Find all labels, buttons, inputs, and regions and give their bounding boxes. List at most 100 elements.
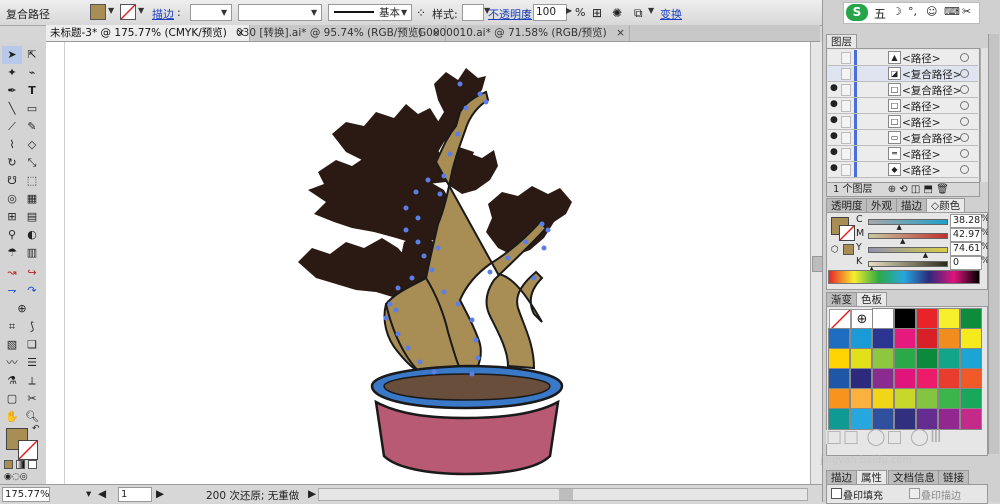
scale-tool-icon[interactable]: ⤡ (22, 154, 42, 172)
gear-icon[interactable]: ✺ (612, 6, 622, 20)
reshape-tool-icon[interactable]: ↪ (22, 264, 42, 282)
target-circle-icon[interactable] (960, 149, 969, 158)
gradient-mode-icon[interactable] (16, 460, 25, 469)
color-swatch[interactable] (938, 348, 960, 370)
stroke-label[interactable]: 描边 (152, 6, 174, 22)
color-swatch[interactable] (872, 348, 894, 370)
brush-dropdown-icon[interactable]: ▼ (401, 8, 407, 17)
color-swatch[interactable] (828, 348, 850, 370)
brush-definition-field[interactable]: 基本 ▼ (328, 4, 412, 21)
color-swatch[interactable] (916, 308, 938, 330)
profile-dropdown-icon[interactable]: ▼ (311, 8, 317, 17)
color-swatch[interactable] (872, 368, 894, 390)
color-swatch[interactable] (938, 308, 960, 330)
panel-collapse-strip[interactable] (988, 34, 999, 454)
color-swatch[interactable] (938, 328, 960, 350)
fill-color-swatch[interactable] (90, 4, 106, 20)
opacity-dropdown-icon[interactable]: ▶ (566, 6, 572, 15)
overprint-fill-checkbox[interactable] (831, 488, 842, 499)
tab-document-info[interactable]: 文档信息 (888, 470, 940, 485)
visibility-eye-icon[interactable]: ● (830, 83, 838, 93)
color-swatch[interactable] (916, 348, 938, 370)
variable-width-profile-field[interactable]: ▼ (238, 4, 322, 21)
prev-artboard-icon[interactable]: ◀ (98, 488, 106, 500)
symbol-sprayer-tool-icon[interactable]: ☂ (2, 244, 22, 262)
color-stroke-swatch[interactable] (839, 225, 855, 241)
color-swatch[interactable] (916, 388, 938, 410)
channel-value-field[interactable]: 38.28 (950, 214, 982, 228)
channel-slider[interactable]: ▲ (868, 247, 948, 259)
color-swatch[interactable] (960, 408, 982, 430)
tab-attributes[interactable]: 属性 (856, 470, 887, 485)
warp-tool-icon[interactable]: ☋ (2, 172, 22, 190)
stroke-weight-dropdown-icon[interactable]: ▼ (221, 8, 227, 17)
smiley-icon[interactable]: ☺ (926, 5, 937, 18)
shape-builder-tool-icon[interactable]: ◎ (2, 190, 22, 208)
target-circle-icon[interactable] (960, 53, 969, 62)
perspective-grid-tool-icon[interactable]: ▦ (22, 190, 42, 208)
color-swatch[interactable] (938, 368, 960, 390)
color-swatch[interactable] (872, 388, 894, 410)
zoom-field[interactable]: 175.77% (2, 487, 50, 502)
slider-thumb[interactable]: ▲ (897, 223, 902, 231)
color-swatch[interactable] (960, 348, 982, 370)
channel-slider[interactable]: ▲ (868, 261, 948, 273)
color-swatch[interactable] (938, 388, 960, 410)
ime-mode[interactable]: 五 (874, 5, 886, 22)
layer-row[interactable]: ● □ <路径> (828, 114, 978, 130)
color-swatch[interactable] (828, 328, 850, 350)
color-swatch[interactable] (916, 368, 938, 390)
magic-wand-tool-icon[interactable]: ✦ (2, 64, 22, 82)
moon-icon[interactable]: ☽ (892, 5, 902, 18)
canvas[interactable] (46, 42, 810, 484)
layer-row[interactable]: ● ▭ <复合路径> (828, 130, 978, 146)
lock-toggle[interactable] (841, 132, 851, 144)
lock-toggle[interactable] (841, 164, 851, 176)
color-swatch[interactable] (960, 308, 982, 330)
rectangle-tool-icon[interactable]: ▭ (22, 100, 42, 118)
eraser-tool-icon[interactable]: ◇ (22, 136, 42, 154)
opacity-field[interactable]: 100 (533, 4, 567, 21)
swap-fill-stroke-icon[interactable]: ↶ (32, 424, 40, 434)
visibility-eye-icon[interactable]: ● (830, 147, 838, 157)
slider-thumb[interactable]: ▲ (900, 237, 905, 245)
bonsai-artwork[interactable] (46, 42, 810, 484)
stroke-color-swatch[interactable] (120, 4, 136, 20)
color-swatch[interactable] (894, 348, 916, 370)
color-swatch[interactable] (872, 308, 894, 330)
tab-transparency[interactable]: 透明度 (826, 198, 868, 213)
blob-brush-tool-icon[interactable]: ⌇ (2, 136, 22, 154)
layers-footer-icons[interactable]: ⊕ ⟲ ◫ ⬒ 🗑︎ (888, 184, 949, 195)
lock-toggle[interactable] (841, 100, 851, 112)
lock-toggle[interactable] (841, 116, 851, 128)
closest-color-swatch[interactable] (843, 244, 854, 255)
color-spectrum-bar[interactable] (828, 270, 980, 284)
tab-links[interactable]: 链接 (938, 470, 969, 485)
layer-row[interactable]: ● □ <路径> (828, 98, 978, 114)
align-dropdown-icon[interactable]: ▼ (648, 6, 654, 15)
lock-toggle[interactable] (841, 148, 851, 160)
tab-appearance[interactable]: 外观 (866, 198, 897, 213)
artboard-tool-icon[interactable]: ▢ (2, 390, 22, 408)
target-circle-icon[interactable] (960, 117, 969, 126)
color-swatch[interactable] (894, 308, 916, 330)
wrench-icon[interactable]: ✂ (962, 5, 971, 18)
tab-color[interactable]: ◇颜色 (926, 198, 966, 213)
gradient-tool-icon[interactable]: ▤ (22, 208, 42, 226)
lock-toggle[interactable] (841, 68, 851, 80)
channel-value-field[interactable]: 42.97 (950, 228, 982, 242)
channel-slider[interactable]: ▲ (868, 219, 948, 231)
keyboard-icon[interactable]: ⌨ (944, 5, 960, 18)
visibility-eye-icon[interactable]: ● (830, 131, 838, 141)
tab-stroke-bottom[interactable]: 描边 (826, 470, 857, 485)
target-circle-icon[interactable] (960, 165, 969, 174)
color-mode-icon[interactable] (4, 460, 13, 469)
color-swatch[interactable] (894, 328, 916, 350)
hand-tool-icon[interactable]: ✋ (2, 408, 22, 426)
knife-tool-icon[interactable]: ✂ (22, 390, 42, 408)
stroke-dropdown-icon[interactable]: ▼ (138, 6, 144, 15)
graph-tool-icon[interactable]: ▧ (2, 336, 22, 354)
channel-value-field[interactable]: 0 (950, 256, 982, 270)
color-swatch[interactable] (850, 328, 872, 350)
close-icon[interactable]: × (616, 27, 625, 39)
